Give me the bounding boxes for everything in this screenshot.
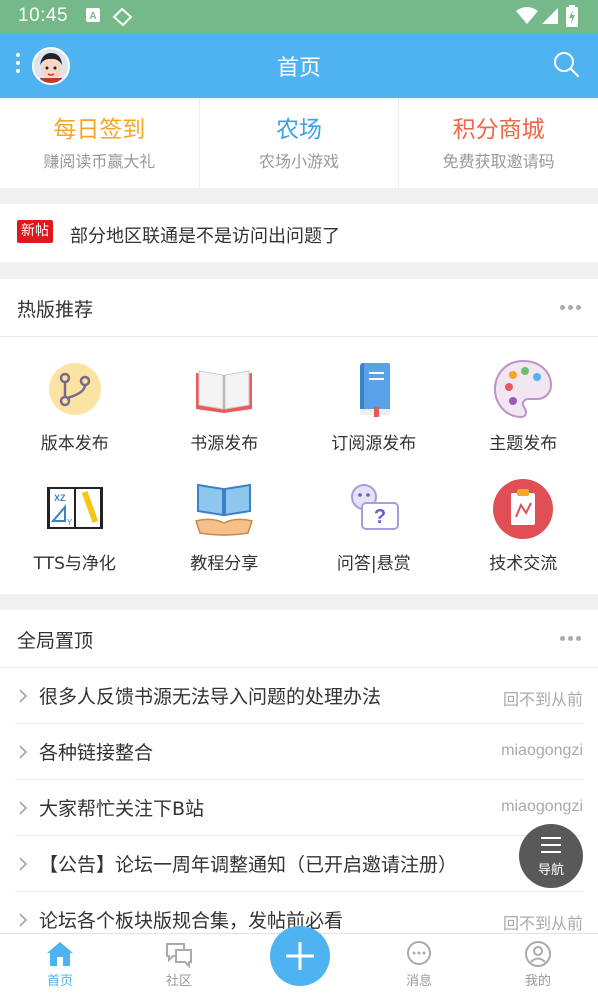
section-title: 全局置顶 [17, 630, 94, 652]
bottom-tab-bar: 首页 社区 消息 我的 [0, 926, 598, 998]
svg-text:A: A [89, 11, 96, 22]
forum-theme-release[interactable]: 主题发布 [449, 357, 598, 454]
pinned-post[interactable]: 大家帮忙关注下B站 miaogongzi [15, 780, 583, 836]
post-title[interactable]: 大家帮忙关注下B站 [39, 794, 204, 821]
menu-lines-icon [541, 837, 561, 858]
book-hand-icon [195, 483, 254, 536]
more-icon[interactable] [560, 636, 581, 641]
forum-label: 主题发布 [489, 434, 558, 454]
svg-text:?: ? [374, 506, 386, 528]
tab-label: 社区 [165, 974, 192, 989]
version-release-icon [48, 363, 101, 415]
pinned-post[interactable]: 各种链接整合 miaogongzi [15, 724, 583, 780]
pinned-post[interactable]: 【公告】论坛一周年调整通知（已开启邀请注册） [15, 836, 583, 892]
notebook-icon [359, 363, 390, 417]
tab-label: 我的 [524, 974, 551, 989]
forum-tutorial-share[interactable]: 教程分享 [150, 477, 300, 574]
quick-link-checkin[interactable]: 每日签到 赚阅读币赢大礼 [0, 98, 200, 188]
quick-link-subtitle: 赚阅读币赢大礼 [43, 152, 156, 171]
forum-subscription-source[interactable]: 订阅源发布 [299, 357, 449, 454]
post-title[interactable]: 各种链接整合 [39, 738, 153, 765]
question-chat-icon: ? [350, 484, 399, 530]
post-title[interactable]: 很多人反馈书源无法导入问题的处理办法 [39, 682, 381, 709]
notice-text[interactable]: 部分地区联通是不是访问出问题了 [70, 222, 340, 248]
new-post-badge: 新帖 [17, 220, 53, 243]
notice-bar[interactable]: 新帖 部分地区联通是不是访问出问题了 [0, 204, 598, 262]
hot-section: 热版推荐 版本发布 书源发布 订阅源发布 主题发布 XZ Y TTS与净化 教程分… [0, 279, 598, 594]
status-bar: 10:45 A [0, 0, 598, 33]
keyboard-a-icon: A [86, 8, 100, 22]
quick-links: 每日签到 赚阅读币赢大礼 农场 农场小游戏 积分商城 免费获取邀请码 [0, 98, 598, 188]
wifi-icon [516, 7, 538, 24]
section-header: 全局置顶 [0, 610, 598, 668]
quick-link-title: 农场 [276, 117, 322, 143]
pinned-post[interactable]: 很多人反馈书源无法导入问题的处理办法 回不到从前 [15, 668, 583, 724]
search-icon[interactable] [552, 50, 580, 78]
section-header: 热版推荐 [0, 279, 598, 337]
forum-grid: 版本发布 书源发布 订阅源发布 主题发布 XZ Y TTS与净化 教程分享 ? 问… [0, 357, 598, 574]
chevron-right-icon [19, 913, 27, 927]
forum-book-source[interactable]: 书源发布 [150, 357, 300, 454]
tab-community[interactable]: 社区 [139, 940, 219, 989]
plus-icon [286, 942, 314, 970]
tab-label: 首页 [46, 974, 73, 989]
home-icon [47, 942, 73, 966]
quick-link-farm[interactable]: 农场 农场小游戏 [200, 98, 400, 188]
forum-label: 问答|悬赏 [336, 554, 411, 574]
post-author: 回不到从前 [502, 916, 583, 933]
app-bar: 首页 [0, 33, 598, 98]
quick-link-subtitle: 农场小游戏 [259, 152, 340, 171]
forum-tech-exchange[interactable]: 技术交流 [449, 477, 598, 574]
pinned-section: 全局置顶 很多人反馈书源无法导入问题的处理办法 回不到从前 各种链接整合 mia… [0, 610, 598, 933]
navigation-fab[interactable]: 导航 [519, 824, 583, 888]
svg-text:Y: Y [67, 518, 73, 527]
post-author: 回不到从前 [502, 692, 583, 709]
forum-qa-reward[interactable]: ? 问答|悬赏 [299, 477, 449, 574]
quick-link-points-mall[interactable]: 积分商城 免费获取邀请码 [399, 98, 598, 188]
section-title: 热版推荐 [17, 299, 94, 321]
quick-link-title: 积分商城 [452, 117, 545, 143]
battery-icon [566, 5, 578, 27]
svg-text:XZ: XZ [54, 493, 66, 503]
new-post-button[interactable] [270, 926, 330, 986]
tab-profile[interactable]: 我的 [498, 940, 578, 989]
navigation-fab-label: 导航 [537, 863, 564, 878]
forum-label: 订阅源发布 [331, 434, 417, 454]
forum-label: 技术交流 [489, 554, 558, 574]
tab-home[interactable]: 首页 [20, 940, 100, 989]
post-author: miaogongzi [501, 798, 583, 815]
tab-messages[interactable]: 消息 [379, 940, 459, 989]
forum-tts-purify[interactable]: XZ Y TTS与净化 [0, 477, 150, 574]
chevron-right-icon [19, 689, 27, 703]
tag-icon [112, 8, 132, 26]
tab-label: 消息 [405, 974, 432, 989]
profile-icon [525, 941, 551, 967]
open-book-icon [196, 370, 253, 413]
forum-label: 书源发布 [190, 434, 259, 454]
quick-link-subtitle: 免费获取邀请码 [442, 152, 555, 171]
chevron-right-icon [19, 745, 27, 759]
chevron-right-icon [19, 801, 27, 815]
chevron-right-icon [19, 857, 27, 871]
more-icon[interactable] [560, 305, 581, 310]
forum-label: 教程分享 [190, 554, 259, 574]
page-title: 首页 [276, 56, 321, 81]
post-title[interactable]: 【公告】论坛一周年调整通知（已开启邀请注册） [39, 850, 457, 877]
quick-link-title: 每日签到 [53, 117, 146, 143]
forum-label: 版本发布 [40, 434, 109, 454]
clipboard-icon [493, 479, 554, 539]
signal-icon [542, 8, 558, 24]
community-icon [166, 943, 192, 968]
message-icon [407, 941, 431, 965]
palette-icon [494, 359, 553, 419]
tts-book-icon: XZ Y [46, 487, 103, 529]
forum-version-release[interactable]: 版本发布 [0, 357, 150, 454]
forum-label: TTS与净化 [33, 554, 116, 574]
status-time: 10:45 [18, 5, 69, 26]
post-author: miaogongzi [501, 742, 583, 759]
